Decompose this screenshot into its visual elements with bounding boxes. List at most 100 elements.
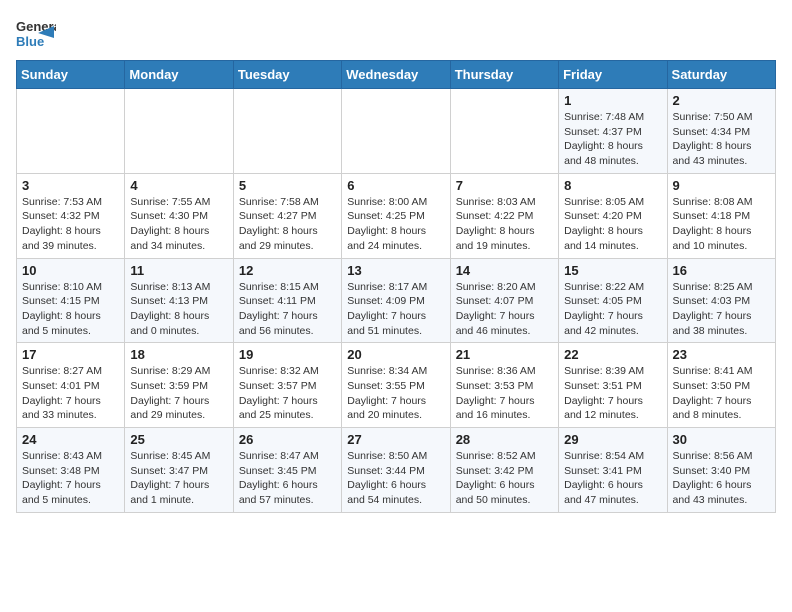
- calendar-week-row: 24Sunrise: 8:43 AM Sunset: 3:48 PM Dayli…: [17, 428, 776, 513]
- day-info: Sunrise: 8:05 AM Sunset: 4:20 PM Dayligh…: [564, 195, 661, 254]
- day-number: 7: [456, 178, 553, 193]
- calendar-cell: 21 Sunrise: 8:36 AM Sunset: 3:53 PM Dayli…: [450, 343, 558, 428]
- day-number: 8: [564, 178, 661, 193]
- day-info: Sunrise: 7:48 AM Sunset: 4:37 PM Dayligh…: [564, 110, 661, 169]
- day-number: 30: [673, 432, 770, 447]
- day-info: Sunrise: 8:54 AM Sunset: 3:41 PM Dayligh…: [564, 449, 661, 508]
- calendar-cell: 14 Sunrise: 8:20 AM Sunset: 4:07 PM Dayli…: [450, 258, 558, 343]
- day-number: 3: [22, 178, 119, 193]
- calendar-cell: 30Sunrise: 8:56 AM Sunset: 3:40 PM Dayli…: [667, 428, 775, 513]
- day-number: 20: [347, 347, 444, 362]
- calendar-cell: [450, 89, 558, 174]
- calendar-cell: 6Sunrise: 8:00 AM Sunset: 4:25 PM Daylig…: [342, 173, 450, 258]
- calendar-week-row: 1 Sunrise: 7:48 AM Sunset: 4:37 PM Daylig…: [17, 89, 776, 174]
- weekday-header: Sunday: [17, 61, 125, 89]
- day-number: 11: [130, 263, 227, 278]
- calendar-cell: 11 Sunrise: 8:13 AM Sunset: 4:13 PM Dayli…: [125, 258, 233, 343]
- calendar-cell: 13 Sunrise: 8:17 AM Sunset: 4:09 PM Dayli…: [342, 258, 450, 343]
- day-number: 26: [239, 432, 336, 447]
- day-number: 13: [347, 263, 444, 278]
- day-info: Sunrise: 8:41 AM Sunset: 3:50 PM Dayligh…: [673, 364, 770, 423]
- calendar-cell: 27 Sunrise: 8:50 AM Sunset: 3:44 PM Dayli…: [342, 428, 450, 513]
- day-number: 2: [673, 93, 770, 108]
- calendar-cell: 19 Sunrise: 8:32 AM Sunset: 3:57 PM Dayli…: [233, 343, 341, 428]
- calendar-cell: [125, 89, 233, 174]
- day-info: Sunrise: 8:50 AM Sunset: 3:44 PM Dayligh…: [347, 449, 444, 508]
- day-number: 12: [239, 263, 336, 278]
- calendar-week-row: 17 Sunrise: 8:27 AM Sunset: 4:01 PM Dayli…: [17, 343, 776, 428]
- calendar-cell: 28 Sunrise: 8:52 AM Sunset: 3:42 PM Dayli…: [450, 428, 558, 513]
- day-number: 1: [564, 93, 661, 108]
- calendar-cell: [233, 89, 341, 174]
- day-number: 24: [22, 432, 119, 447]
- weekday-header: Thursday: [450, 61, 558, 89]
- calendar-cell: 5Sunrise: 7:58 AM Sunset: 4:27 PM Daylig…: [233, 173, 341, 258]
- day-number: 25: [130, 432, 227, 447]
- calendar-cell: 26 Sunrise: 8:47 AM Sunset: 3:45 PM Dayli…: [233, 428, 341, 513]
- day-info: Sunrise: 8:47 AM Sunset: 3:45 PM Dayligh…: [239, 449, 336, 508]
- calendar-cell: 7 Sunrise: 8:03 AM Sunset: 4:22 PM Daylig…: [450, 173, 558, 258]
- day-number: 5: [239, 178, 336, 193]
- calendar-week-row: 3 Sunrise: 7:53 AM Sunset: 4:32 PM Daylig…: [17, 173, 776, 258]
- day-info: Sunrise: 8:27 AM Sunset: 4:01 PM Dayligh…: [22, 364, 119, 423]
- day-info: Sunrise: 8:45 AM Sunset: 3:47 PM Dayligh…: [130, 449, 227, 508]
- calendar-cell: 9 Sunrise: 8:08 AM Sunset: 4:18 PM Daylig…: [667, 173, 775, 258]
- calendar-cell: 15Sunrise: 8:22 AM Sunset: 4:05 PM Dayli…: [559, 258, 667, 343]
- day-info: Sunrise: 8:36 AM Sunset: 3:53 PM Dayligh…: [456, 364, 553, 423]
- calendar-cell: 24Sunrise: 8:43 AM Sunset: 3:48 PM Dayli…: [17, 428, 125, 513]
- day-number: 16: [673, 263, 770, 278]
- calendar-cell: [17, 89, 125, 174]
- logo-icon: General Blue: [16, 16, 56, 50]
- calendar-cell: 2 Sunrise: 7:50 AM Sunset: 4:34 PM Daylig…: [667, 89, 775, 174]
- calendar-cell: 4Sunrise: 7:55 AM Sunset: 4:30 PM Daylig…: [125, 173, 233, 258]
- calendar-cell: 25 Sunrise: 8:45 AM Sunset: 3:47 PM Dayli…: [125, 428, 233, 513]
- day-number: 22: [564, 347, 661, 362]
- day-info: Sunrise: 8:34 AM Sunset: 3:55 PM Dayligh…: [347, 364, 444, 423]
- page-header: General Blue: [16, 16, 776, 50]
- day-info: Sunrise: 8:13 AM Sunset: 4:13 PM Dayligh…: [130, 280, 227, 339]
- day-info: Sunrise: 8:17 AM Sunset: 4:09 PM Dayligh…: [347, 280, 444, 339]
- day-number: 18: [130, 347, 227, 362]
- day-info: Sunrise: 8:03 AM Sunset: 4:22 PM Dayligh…: [456, 195, 553, 254]
- calendar-cell: 23Sunrise: 8:41 AM Sunset: 3:50 PM Dayli…: [667, 343, 775, 428]
- day-info: Sunrise: 8:25 AM Sunset: 4:03 PM Dayligh…: [673, 280, 770, 339]
- day-number: 29: [564, 432, 661, 447]
- calendar-cell: 8 Sunrise: 8:05 AM Sunset: 4:20 PM Daylig…: [559, 173, 667, 258]
- calendar-cell: 20 Sunrise: 8:34 AM Sunset: 3:55 PM Dayli…: [342, 343, 450, 428]
- day-info: Sunrise: 8:10 AM Sunset: 4:15 PM Dayligh…: [22, 280, 119, 339]
- day-info: Sunrise: 8:08 AM Sunset: 4:18 PM Dayligh…: [673, 195, 770, 254]
- day-info: Sunrise: 8:20 AM Sunset: 4:07 PM Dayligh…: [456, 280, 553, 339]
- day-number: 14: [456, 263, 553, 278]
- calendar-cell: 22Sunrise: 8:39 AM Sunset: 3:51 PM Dayli…: [559, 343, 667, 428]
- day-number: 28: [456, 432, 553, 447]
- calendar-cell: 3 Sunrise: 7:53 AM Sunset: 4:32 PM Daylig…: [17, 173, 125, 258]
- day-number: 10: [22, 263, 119, 278]
- svg-text:Blue: Blue: [16, 34, 44, 49]
- weekday-header: Wednesday: [342, 61, 450, 89]
- calendar-cell: 18 Sunrise: 8:29 AM Sunset: 3:59 PM Dayli…: [125, 343, 233, 428]
- day-info: Sunrise: 8:52 AM Sunset: 3:42 PM Dayligh…: [456, 449, 553, 508]
- calendar-cell: 16 Sunrise: 8:25 AM Sunset: 4:03 PM Dayli…: [667, 258, 775, 343]
- day-info: Sunrise: 8:32 AM Sunset: 3:57 PM Dayligh…: [239, 364, 336, 423]
- day-number: 9: [673, 178, 770, 193]
- logo: General Blue: [16, 16, 56, 50]
- day-number: 19: [239, 347, 336, 362]
- day-number: 17: [22, 347, 119, 362]
- day-number: 27: [347, 432, 444, 447]
- calendar-cell: 12 Sunrise: 8:15 AM Sunset: 4:11 PM Dayli…: [233, 258, 341, 343]
- day-info: Sunrise: 8:15 AM Sunset: 4:11 PM Dayligh…: [239, 280, 336, 339]
- day-info: Sunrise: 7:53 AM Sunset: 4:32 PM Dayligh…: [22, 195, 119, 254]
- day-info: Sunrise: 8:29 AM Sunset: 3:59 PM Dayligh…: [130, 364, 227, 423]
- weekday-header: Monday: [125, 61, 233, 89]
- calendar-cell: [342, 89, 450, 174]
- calendar-cell: 17 Sunrise: 8:27 AM Sunset: 4:01 PM Dayli…: [17, 343, 125, 428]
- weekday-header: Friday: [559, 61, 667, 89]
- calendar-header: SundayMondayTuesdayWednesdayThursdayFrid…: [17, 61, 776, 89]
- day-number: 4: [130, 178, 227, 193]
- day-number: 21: [456, 347, 553, 362]
- day-info: Sunrise: 7:50 AM Sunset: 4:34 PM Dayligh…: [673, 110, 770, 169]
- weekday-header: Tuesday: [233, 61, 341, 89]
- day-number: 6: [347, 178, 444, 193]
- calendar-table: SundayMondayTuesdayWednesdayThursdayFrid…: [16, 60, 776, 513]
- weekday-header: Saturday: [667, 61, 775, 89]
